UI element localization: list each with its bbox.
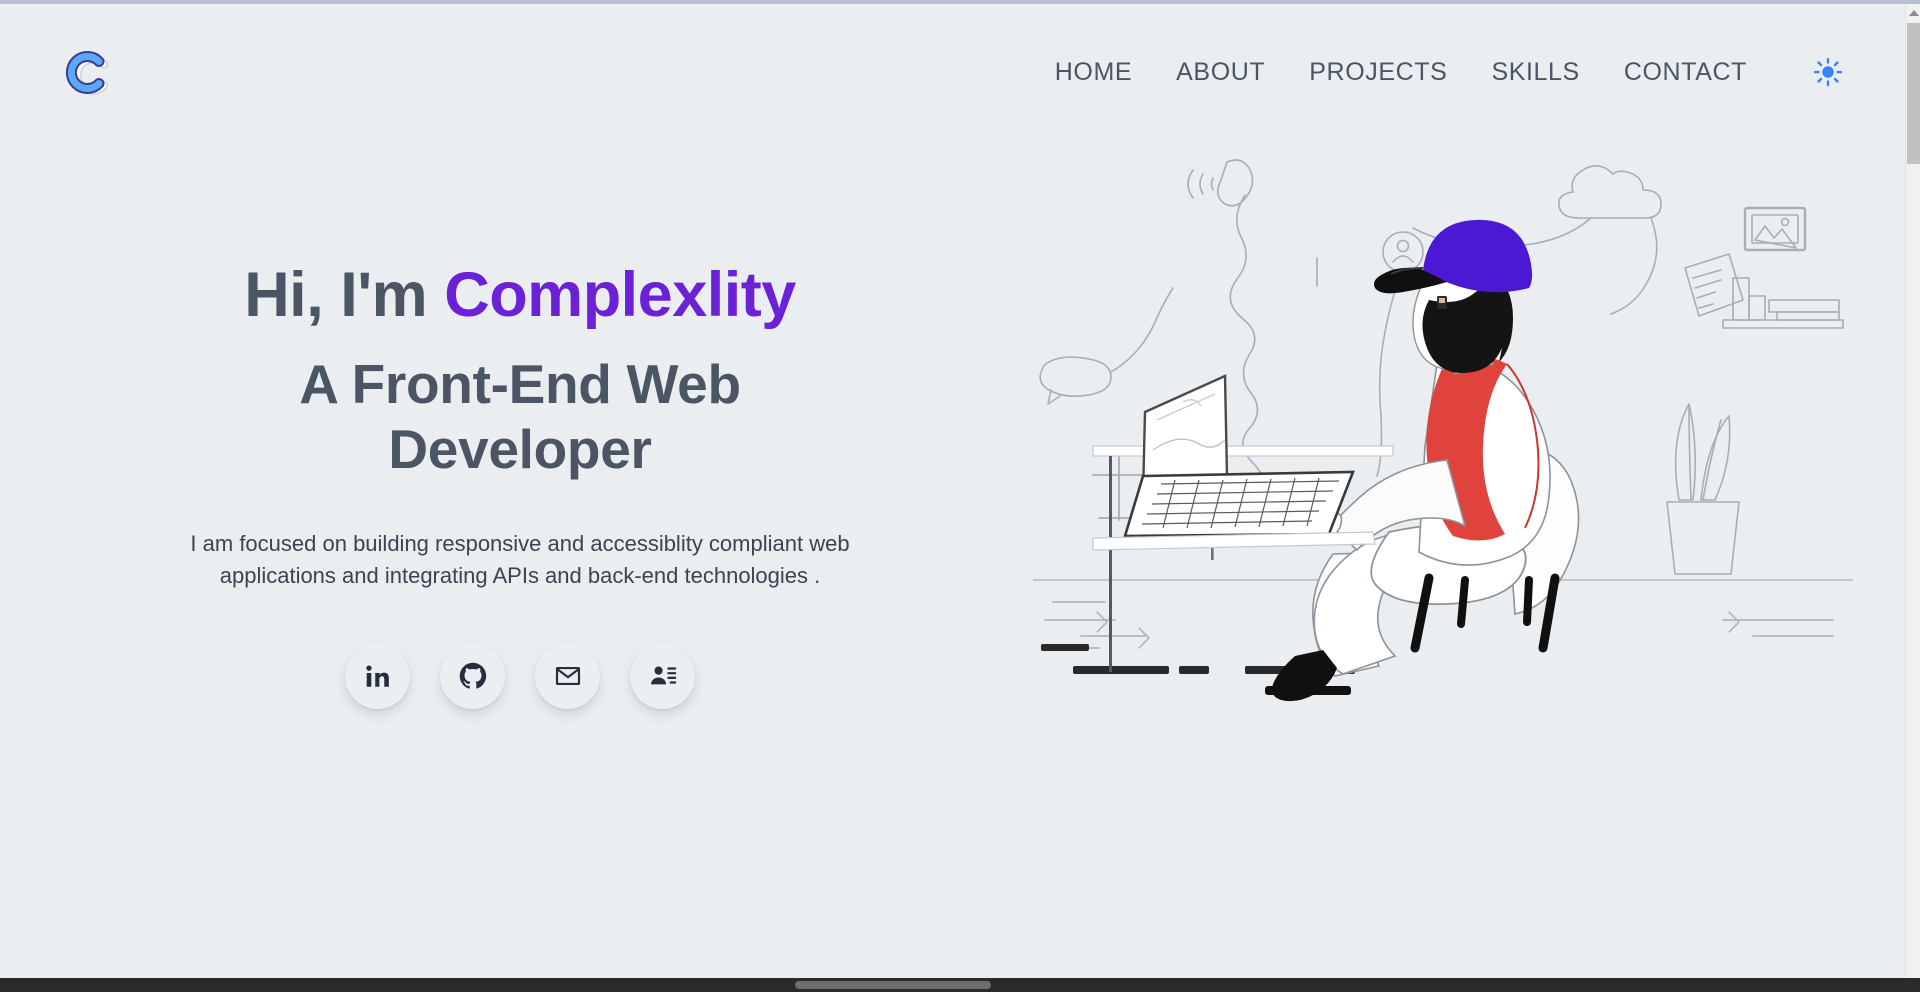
social-link-linkedin[interactable] bbox=[345, 643, 410, 709]
developer-at-laptop-illustration bbox=[1032, 150, 1853, 790]
mail-icon bbox=[555, 667, 580, 686]
social-link-email[interactable] bbox=[535, 643, 600, 709]
horizontal-scrollbar-thumb[interactable] bbox=[795, 981, 991, 989]
hero-title: Hi, I'm Complexlity bbox=[100, 258, 940, 332]
developer-illustration-svg bbox=[1032, 159, 1853, 702]
vertical-scrollbar[interactable] bbox=[1905, 4, 1920, 980]
hero-illustration-column bbox=[980, 140, 1905, 840]
nav-link-about[interactable]: ABOUT bbox=[1154, 52, 1287, 93]
sun-icon bbox=[1813, 57, 1843, 87]
horizontal-scrollbar[interactable] bbox=[0, 978, 1920, 992]
hero-section: Hi, I'm Complexlity A Front-End Web Deve… bbox=[0, 140, 1905, 980]
social-links bbox=[100, 643, 940, 709]
theme-toggle-button[interactable] bbox=[1807, 51, 1849, 93]
hero-text-column: Hi, I'm Complexlity A Front-End Web Deve… bbox=[0, 140, 980, 709]
contact-card-icon bbox=[650, 666, 676, 685]
site-logo[interactable] bbox=[58, 44, 120, 106]
hero-name: Complexlity bbox=[444, 260, 796, 330]
nav-link-skills[interactable]: SKILLS bbox=[1469, 52, 1601, 93]
site-header: HOME ABOUT PROJECTS SKILLS CONTACT bbox=[0, 4, 1905, 140]
hero-greeting: Hi, I'm bbox=[244, 260, 445, 330]
vertical-scrollbar-thumb[interactable] bbox=[1907, 23, 1920, 164]
nav-link-projects[interactable]: PROJECTS bbox=[1287, 52, 1469, 93]
main-navigation: HOME ABOUT PROJECTS SKILLS CONTACT bbox=[1033, 51, 1849, 93]
hero-description: I am focused on building responsive and … bbox=[190, 531, 850, 588]
chevron-up-icon bbox=[1908, 9, 1919, 16]
page-root: HOME ABOUT PROJECTS SKILLS CONTACT Hi, I… bbox=[0, 0, 1920, 992]
logo-letter-c-icon bbox=[65, 51, 109, 95]
scroll-up-button[interactable] bbox=[1906, 4, 1920, 21]
linkedin-icon bbox=[366, 665, 389, 687]
nav-link-home[interactable]: HOME bbox=[1033, 52, 1154, 93]
github-icon bbox=[459, 663, 486, 690]
hero-subtitle: A Front-End Web Developer bbox=[299, 353, 741, 481]
social-link-resume[interactable] bbox=[630, 643, 695, 709]
social-link-github[interactable] bbox=[440, 643, 505, 709]
nav-link-contact[interactable]: CONTACT bbox=[1602, 52, 1769, 93]
page-viewport: HOME ABOUT PROJECTS SKILLS CONTACT Hi, I… bbox=[0, 4, 1905, 980]
